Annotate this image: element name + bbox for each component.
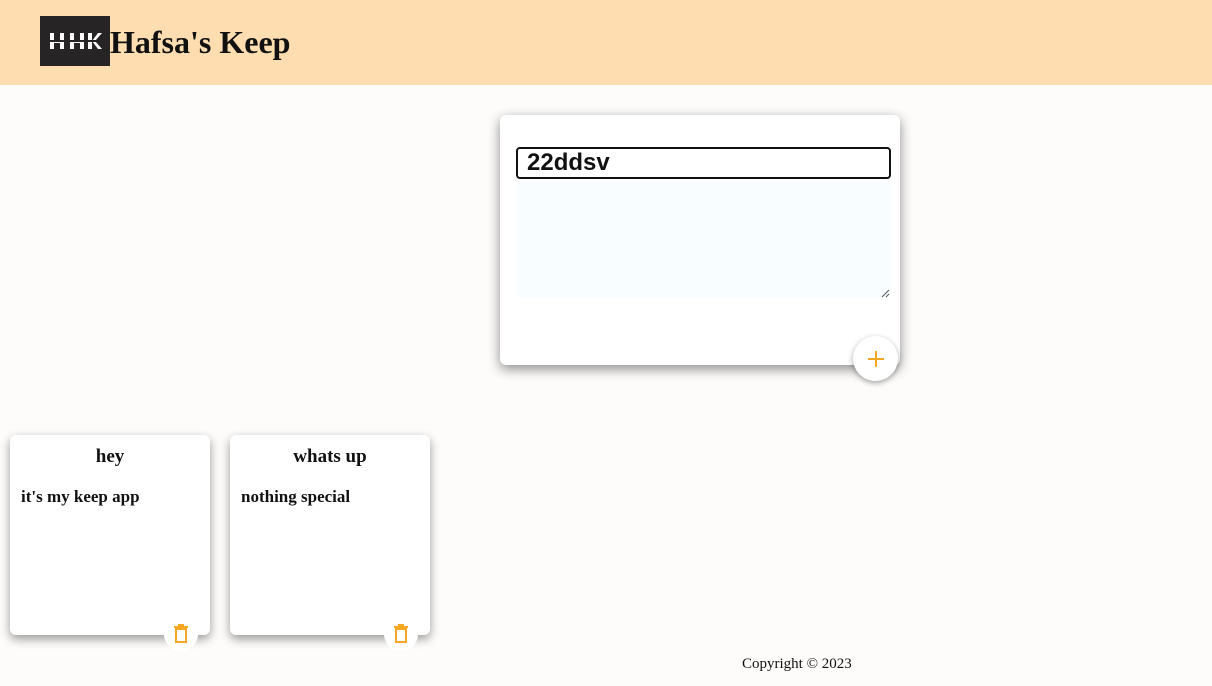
delete-note-button[interactable]	[164, 617, 198, 651]
note-composer	[500, 115, 900, 365]
note-content-textarea[interactable]	[518, 181, 890, 298]
note-title-input[interactable]	[516, 147, 891, 179]
app-header: Hafsa's Keep	[0, 0, 1212, 85]
resize-grip-icon[interactable]	[880, 288, 890, 298]
trash-icon	[174, 624, 188, 643]
add-note-button[interactable]	[853, 336, 898, 381]
note-card: whats up nothing special	[230, 435, 430, 651]
note-title: whats up	[293, 446, 367, 467]
note-title: hey	[95, 446, 125, 467]
plus-icon	[867, 350, 884, 367]
delete-note-button[interactable]	[384, 617, 418, 651]
note-content: it's my keep app	[21, 487, 140, 506]
hk-logo-icon	[40, 16, 110, 66]
copyright-text: Copyright © 2023	[742, 656, 852, 672]
note-card: hey it's my keep app	[10, 435, 210, 651]
trash-icon	[394, 624, 408, 643]
note-content: nothing special	[241, 487, 351, 506]
app-title: Hafsa's Keep	[110, 24, 291, 60]
